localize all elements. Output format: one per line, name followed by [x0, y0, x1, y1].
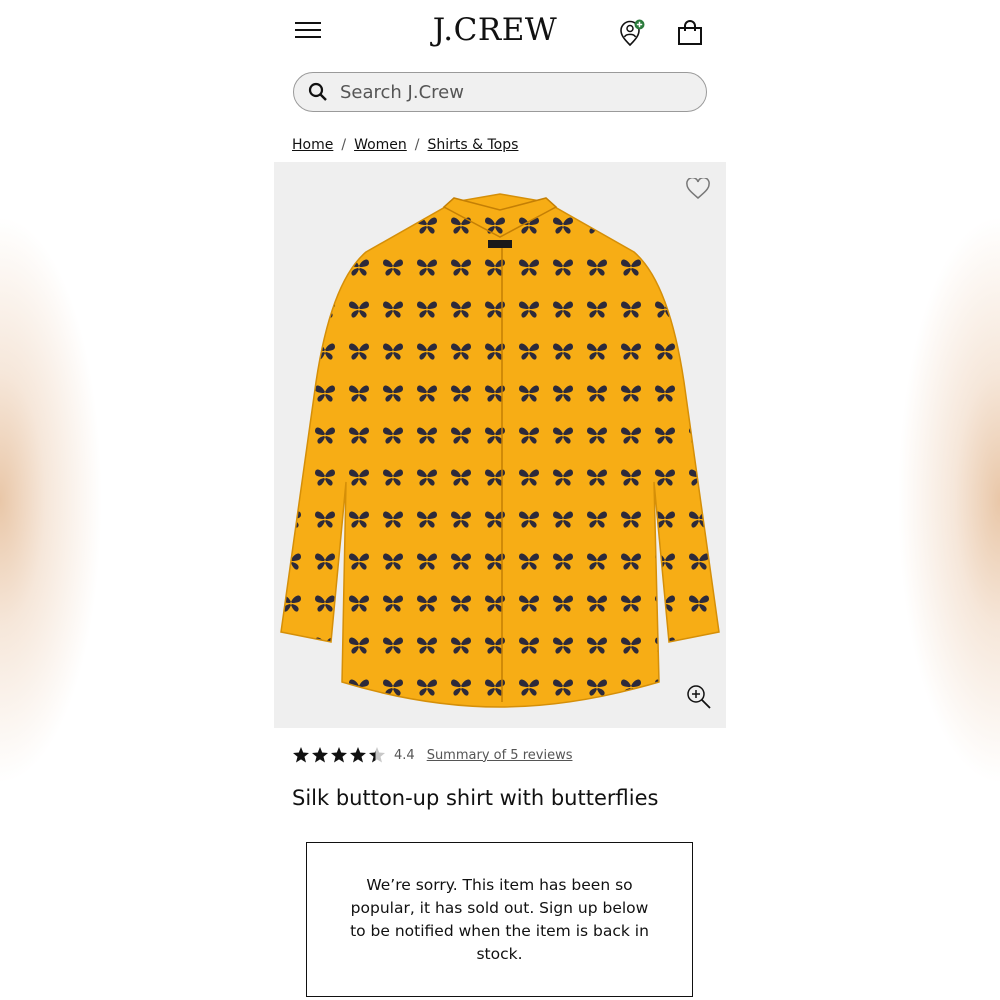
sold-out-notice: We’re sorry. This item has been so popul…	[306, 842, 693, 997]
product-image[interactable]	[274, 162, 726, 728]
shopping-bag-icon	[678, 20, 702, 45]
breadcrumb-separator: /	[414, 137, 420, 153]
breadcrumb-women[interactable]: Women	[354, 137, 407, 153]
zoom-in-icon	[687, 685, 711, 709]
hamburger-menu-icon	[295, 22, 321, 24]
site-logo[interactable]: J.CREW	[430, 12, 560, 48]
star-icon	[369, 747, 385, 763]
shopping-bag-button[interactable]	[677, 20, 703, 46]
site-header: J.CREW	[180, 0, 822, 66]
star-icon	[331, 747, 347, 763]
heart-icon	[686, 176, 710, 199]
sold-out-message: We’re sorry. This item has been so popul…	[350, 875, 649, 963]
zoom-button[interactable]	[686, 684, 712, 714]
reviews-summary-link[interactable]: Summary of 5 reviews	[427, 748, 573, 763]
rating-value: 4.4	[394, 747, 415, 763]
star-rating	[292, 746, 386, 764]
search-bar[interactable]	[293, 72, 707, 112]
shirt-illustration	[280, 193, 720, 708]
search-icon	[308, 82, 327, 101]
star-icon	[293, 747, 309, 763]
product-rating: 4.4 Summary of 5 reviews	[292, 746, 572, 764]
product-title: Silk button-up shirt with butterflies	[292, 786, 659, 810]
star-icon	[312, 747, 328, 763]
product-page: J.CREW Home / Women / Shir	[180, 0, 822, 1000]
star-icon	[350, 747, 366, 763]
breadcrumb-shirts-tops[interactable]: Shirts & Tops	[428, 137, 519, 153]
search-input[interactable]	[338, 80, 682, 104]
breadcrumb: Home / Women / Shirts & Tops	[292, 137, 518, 153]
menu-button[interactable]	[295, 22, 321, 42]
account-button[interactable]	[617, 18, 647, 48]
breadcrumb-separator: /	[341, 137, 347, 153]
account-pin-icon	[620, 19, 645, 47]
breadcrumb-home[interactable]: Home	[292, 137, 333, 153]
favorite-button[interactable]	[686, 176, 710, 204]
